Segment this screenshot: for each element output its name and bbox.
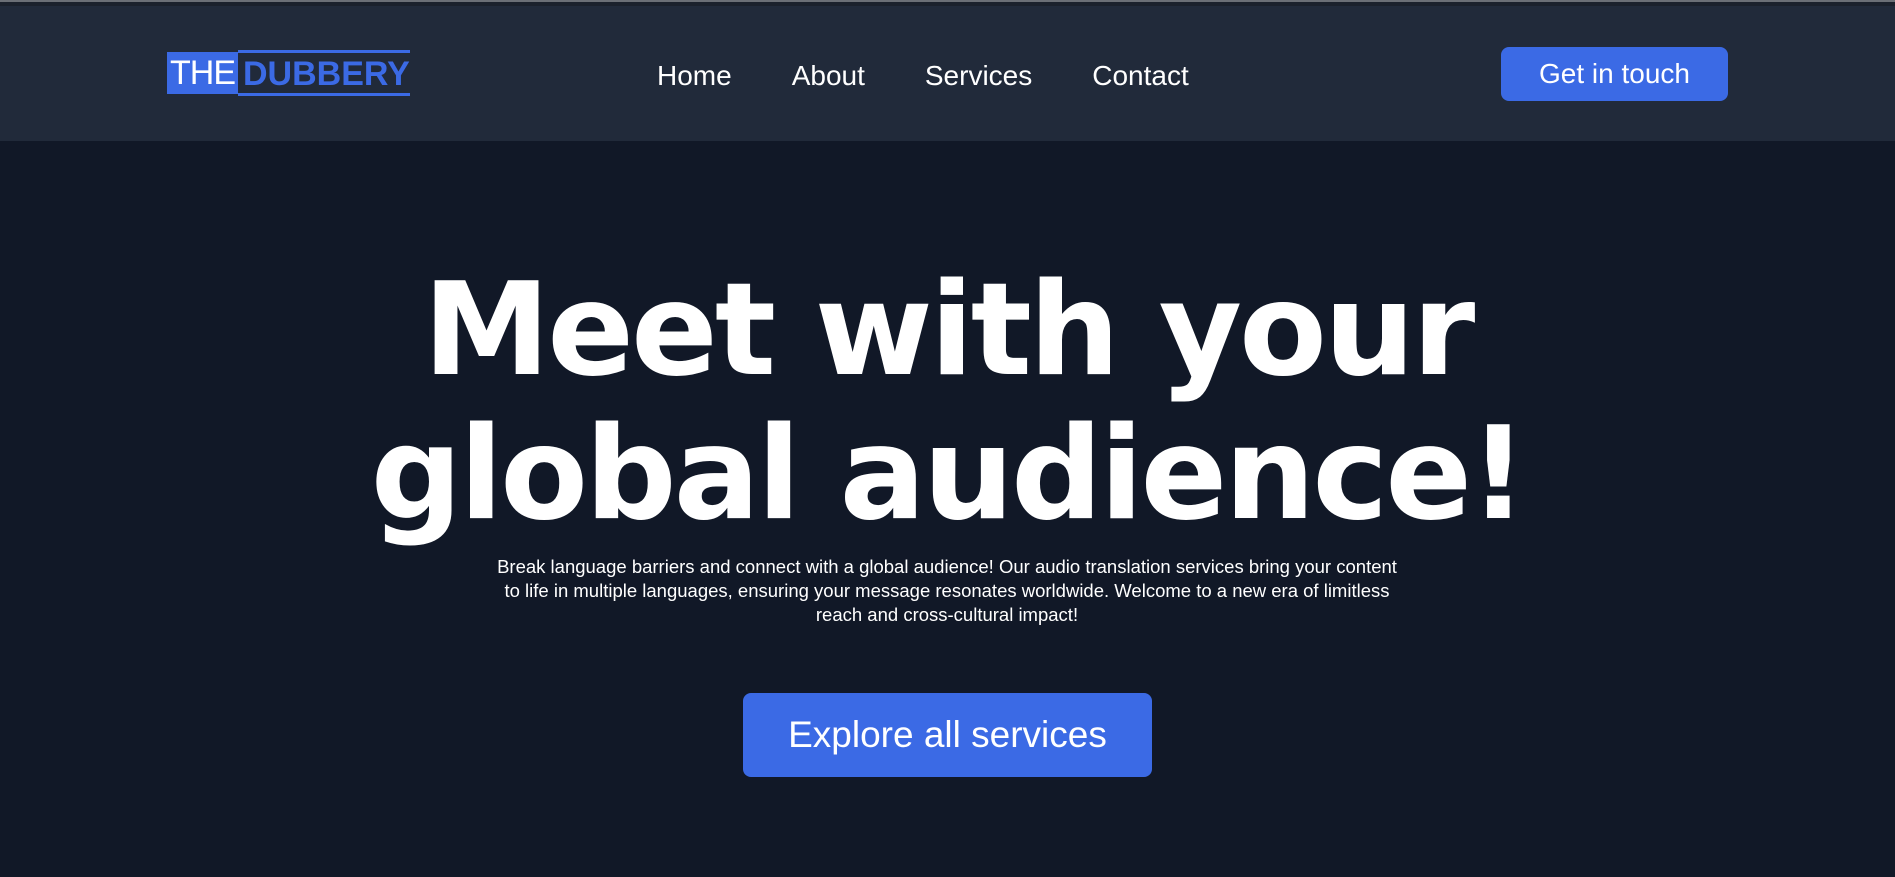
hero-subtitle: Break language barriers and connect with…: [497, 556, 1397, 625]
nav-link-services[interactable]: Services: [925, 58, 1032, 94]
logo[interactable]: THE DUBBERY: [167, 50, 410, 96]
nav-link-home[interactable]: Home: [657, 58, 732, 94]
explore-services-button[interactable]: Explore all services: [743, 693, 1152, 777]
nav-link-contact[interactable]: Contact: [1092, 58, 1189, 94]
hero-headline-line-1: Meet with your: [422, 256, 1475, 405]
main-nav: Home About Services Contact: [657, 58, 1249, 94]
nav-link-about[interactable]: About: [792, 58, 865, 94]
logo-word-text: DUBBERY: [238, 50, 410, 96]
navbar: THE DUBBERY Home About Services Contact …: [0, 6, 1895, 141]
hero-section: Meet with your global audience! Break la…: [0, 141, 1895, 877]
hero-headline-line-2: global audience!: [370, 400, 1528, 549]
logo-box-text: THE: [167, 52, 238, 94]
get-in-touch-button[interactable]: Get in touch: [1501, 47, 1728, 101]
